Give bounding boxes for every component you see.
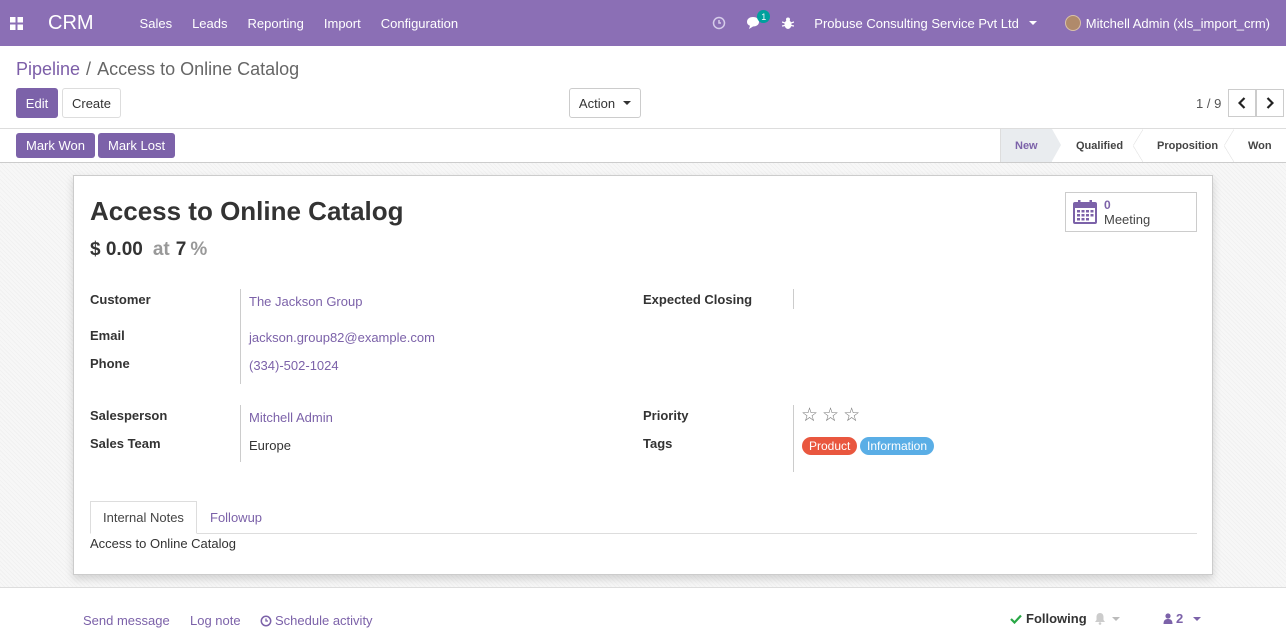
chevron-right-icon (1266, 97, 1274, 109)
apps-menu-icon[interactable] (0, 0, 32, 46)
internal-notes-content[interactable]: Access to Online Catalog (90, 536, 236, 551)
app-brand[interactable]: CRM (48, 12, 94, 35)
opportunity-title[interactable]: Access to Online Catalog (90, 196, 404, 227)
following-caret-icon[interactable] (1111, 616, 1120, 621)
sales-team-label: Sales Team (90, 436, 161, 451)
followers-caret-icon[interactable] (1193, 616, 1202, 621)
priority-label: Priority (643, 408, 689, 423)
schedule-activity-button[interactable]: Schedule activity (260, 613, 373, 628)
user-avatar[interactable] (1064, 15, 1081, 31)
customer-field[interactable]: The Jackson Group (249, 294, 362, 309)
create-button[interactable]: Create (62, 88, 121, 118)
stage-won-label: Won (1248, 139, 1272, 152)
email-field[interactable]: jackson.group82@example.com (249, 330, 435, 345)
schedule-activity-label: Schedule activity (275, 613, 373, 628)
clock-icon (260, 615, 272, 626)
menu-reporting[interactable]: Reporting (248, 16, 304, 31)
edit-button[interactable]: Edit (16, 88, 58, 118)
messages-count-badge: 1 (757, 10, 771, 23)
stage-qualified-label: Qualified (1076, 139, 1124, 152)
bell-icon (1094, 613, 1105, 625)
phone-field[interactable]: (334)-502-1024 (249, 358, 339, 373)
stage-arrow (1052, 129, 1061, 161)
menu-leads[interactable]: Leads (192, 16, 227, 31)
action-caret-icon (623, 101, 632, 105)
log-note-button[interactable]: Log note (190, 613, 241, 628)
probability-percent: % (190, 239, 208, 260)
meeting-count: 0 (1104, 197, 1111, 212)
email-label: Email (90, 328, 125, 343)
top-navbar: CRM Sales Leads Reporting Import Configu… (0, 0, 1286, 46)
priority-stars[interactable]: ☆ ☆ ☆ (801, 406, 864, 425)
breadcrumb-current: Access to Online Catalog (97, 59, 300, 79)
activity-clock-icon[interactable] (712, 16, 726, 30)
notebook-tabs: Internal Notes Followup (90, 501, 1197, 534)
customer-label: Customer (90, 292, 151, 307)
sales-team-field[interactable]: Europe (249, 438, 291, 453)
company-switcher[interactable]: Probuse Consulting Service Pvt Ltd (814, 16, 1019, 31)
tab-followup[interactable]: Followup (198, 501, 274, 534)
breadcrumb-separator: / (86, 59, 92, 79)
stage-new-label: New (1015, 139, 1038, 152)
pager-value[interactable]: 1 / 9 (1196, 96, 1221, 111)
action-label: Action (578, 95, 616, 111)
tag-product[interactable]: Product (802, 437, 858, 455)
star-outline-icon[interactable]: ☆ (843, 406, 860, 425)
breadcrumb-pipeline-link[interactable]: Pipeline (16, 59, 80, 80)
stage-proposition[interactable]: Proposition (1133, 129, 1224, 162)
stage-new[interactable]: New (1000, 129, 1061, 162)
messages-icon[interactable]: 1 (746, 10, 771, 30)
menu-configuration[interactable]: Configuration (381, 16, 458, 31)
following-label: Following (1026, 611, 1087, 626)
stage-won[interactable]: Won (1224, 129, 1286, 162)
company-caret-icon[interactable] (1028, 21, 1037, 25)
calendar-icon (1073, 200, 1097, 224)
field-divider (793, 289, 794, 309)
star-outline-icon[interactable]: ☆ (801, 406, 818, 425)
pager-next-button[interactable] (1256, 89, 1284, 117)
stage-qualified[interactable]: Qualified (1052, 129, 1133, 162)
action-dropdown[interactable]: Action (569, 88, 641, 118)
meeting-smart-button[interactable]: 0 Meeting (1065, 192, 1197, 232)
tag-information[interactable]: Information (860, 437, 935, 455)
breadcrumb: Pipeline / Access to Online Catalog (16, 59, 299, 80)
followers-count: 2 (1176, 611, 1184, 626)
user-icon (1163, 613, 1173, 624)
menu-sales[interactable]: Sales (140, 16, 173, 31)
followers-button[interactable]: 2 (1163, 611, 1202, 626)
revenue-at-label: at (152, 239, 170, 260)
expected-revenue: $ 0.00 at 7 % (90, 239, 207, 261)
send-message-button[interactable]: Send message (83, 613, 170, 628)
following-button[interactable]: Following (1010, 611, 1120, 626)
chevron-left-icon (1238, 97, 1246, 109)
salesperson-field[interactable]: Mitchell Admin (249, 410, 333, 425)
tab-internal-notes[interactable]: Internal Notes (90, 501, 197, 534)
statusbar: Mark Won Mark Lost New Qualified Proposi… (0, 129, 1286, 163)
pager-previous-button[interactable] (1228, 89, 1256, 117)
tags-label: Tags (643, 436, 673, 451)
expected-closing-label: Expected Closing (643, 292, 753, 307)
mark-lost-button[interactable]: Mark Lost (98, 133, 176, 158)
field-divider (793, 405, 794, 472)
field-divider (240, 405, 241, 462)
meeting-label: Meeting (1104, 211, 1151, 227)
star-outline-icon[interactable]: ☆ (822, 406, 839, 425)
mark-won-button[interactable]: Mark Won (16, 133, 95, 158)
debug-bug-icon[interactable] (782, 17, 795, 30)
stage-pipeline: New Qualified Proposition Won (1000, 129, 1286, 162)
user-menu[interactable]: Mitchell Admin (xls_import_crm) (1086, 16, 1270, 31)
salesperson-label: Salesperson (90, 408, 168, 423)
field-divider (240, 289, 241, 384)
stage-proposition-label: Proposition (1157, 139, 1219, 152)
probability-value[interactable]: 7 (176, 239, 187, 261)
check-icon (1010, 614, 1022, 624)
menu-import[interactable]: Import (324, 16, 361, 31)
revenue-value[interactable]: $ 0.00 (90, 239, 143, 261)
phone-label: Phone (90, 356, 130, 371)
